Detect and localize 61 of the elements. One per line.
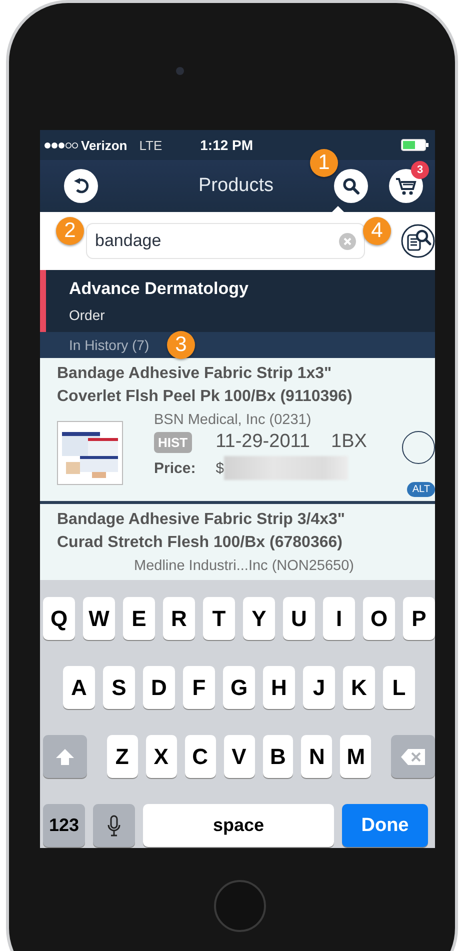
account-name[interactable]: Advance Dermatology: [69, 279, 435, 299]
supplier-name: BSN Medical, Inc (0231): [154, 412, 312, 428]
microphone-icon: [107, 814, 121, 836]
order-date: 11-29-2011: [216, 431, 310, 453]
keyboard-key[interactable]: X: [146, 735, 177, 778]
keyboard-key[interactable]: T: [203, 597, 235, 640]
carrier-name: Verizon: [81, 138, 128, 152]
keyboard-key[interactable]: Z: [106, 735, 138, 778]
keyboard-key[interactable]: L: [383, 666, 415, 709]
space-key[interactable]: space: [143, 804, 334, 847]
keyboard-key[interactable]: W: [83, 597, 115, 640]
search-field[interactable]: bandage: [86, 223, 365, 259]
search-button[interactable]: [334, 169, 368, 203]
keyboard-key[interactable]: C: [184, 735, 216, 778]
keyboard-key[interactable]: K: [343, 666, 375, 709]
network-type: LTE: [139, 138, 162, 152]
document-search-icon[interactable]: [401, 224, 435, 258]
cart-count-badge: 3: [411, 161, 429, 179]
keyboard-key[interactable]: V: [224, 735, 254, 778]
backspace-icon: [400, 748, 426, 766]
keyboard-key[interactable]: G: [223, 666, 255, 709]
numbers-key[interactable]: 123: [43, 804, 85, 847]
keyboard-key[interactable]: E: [123, 597, 155, 640]
keyboard-key[interactable]: M: [340, 735, 372, 778]
keyboard-key[interactable]: P: [403, 597, 435, 640]
keyboard-key[interactable]: B: [262, 735, 294, 778]
search-icon: [342, 177, 360, 195]
order-quantity: 1BX: [331, 431, 367, 453]
battery-icon: [401, 139, 429, 151]
keyboard-key[interactable]: F: [183, 666, 215, 709]
back-icon: [72, 177, 90, 195]
shift-icon: [54, 748, 75, 766]
back-button[interactable]: [64, 169, 98, 203]
screen-title: Products: [198, 175, 274, 197]
supplier-name: Medline Industri...Inc (NON25650): [134, 558, 356, 574]
keyboard-key[interactable]: S: [103, 666, 135, 709]
keyboard-key[interactable]: Y: [243, 597, 275, 640]
done-key[interactable]: Done: [342, 804, 428, 847]
keyboard-key[interactable]: N: [301, 735, 332, 778]
cart-icon: [395, 176, 417, 196]
product-title[interactable]: Bandage Adhesive Fabric Strip 1x3" Coverlet Flsh Peel Pk 100/Bx (9110396): [57, 362, 392, 408]
keyboard-key[interactable]: U: [283, 597, 315, 640]
product-title[interactable]: Bandage Adhesive Fabric Strip 3/4x3" Curad Stretch Flesh 100/Bx (6780366): [57, 508, 392, 554]
status-time: 1:12 PM: [200, 137, 254, 153]
alternate-badge[interactable]: ALT: [407, 482, 435, 497]
keyboard-key[interactable]: R: [163, 597, 195, 640]
camera-icon: [176, 67, 184, 75]
select-radio[interactable]: [402, 431, 435, 464]
dictation-key[interactable]: [93, 804, 135, 847]
keyboard-key[interactable]: H: [263, 666, 295, 709]
history-badge: HIST: [154, 432, 192, 452]
keyboard-key[interactable]: A: [63, 666, 95, 709]
currency-symbol: $: [216, 460, 224, 476]
price-label: Price:: [154, 460, 196, 476]
signal-icon: [44, 142, 78, 148]
keyboard-key[interactable]: O: [363, 597, 395, 640]
account-mode: Order: [69, 307, 106, 323]
keyboard-key[interactable]: D: [143, 666, 175, 709]
keyboard-key[interactable]: J: [303, 666, 335, 709]
keyboard-key[interactable]: Q: [43, 597, 75, 640]
keyboard-key[interactable]: I: [323, 597, 355, 640]
